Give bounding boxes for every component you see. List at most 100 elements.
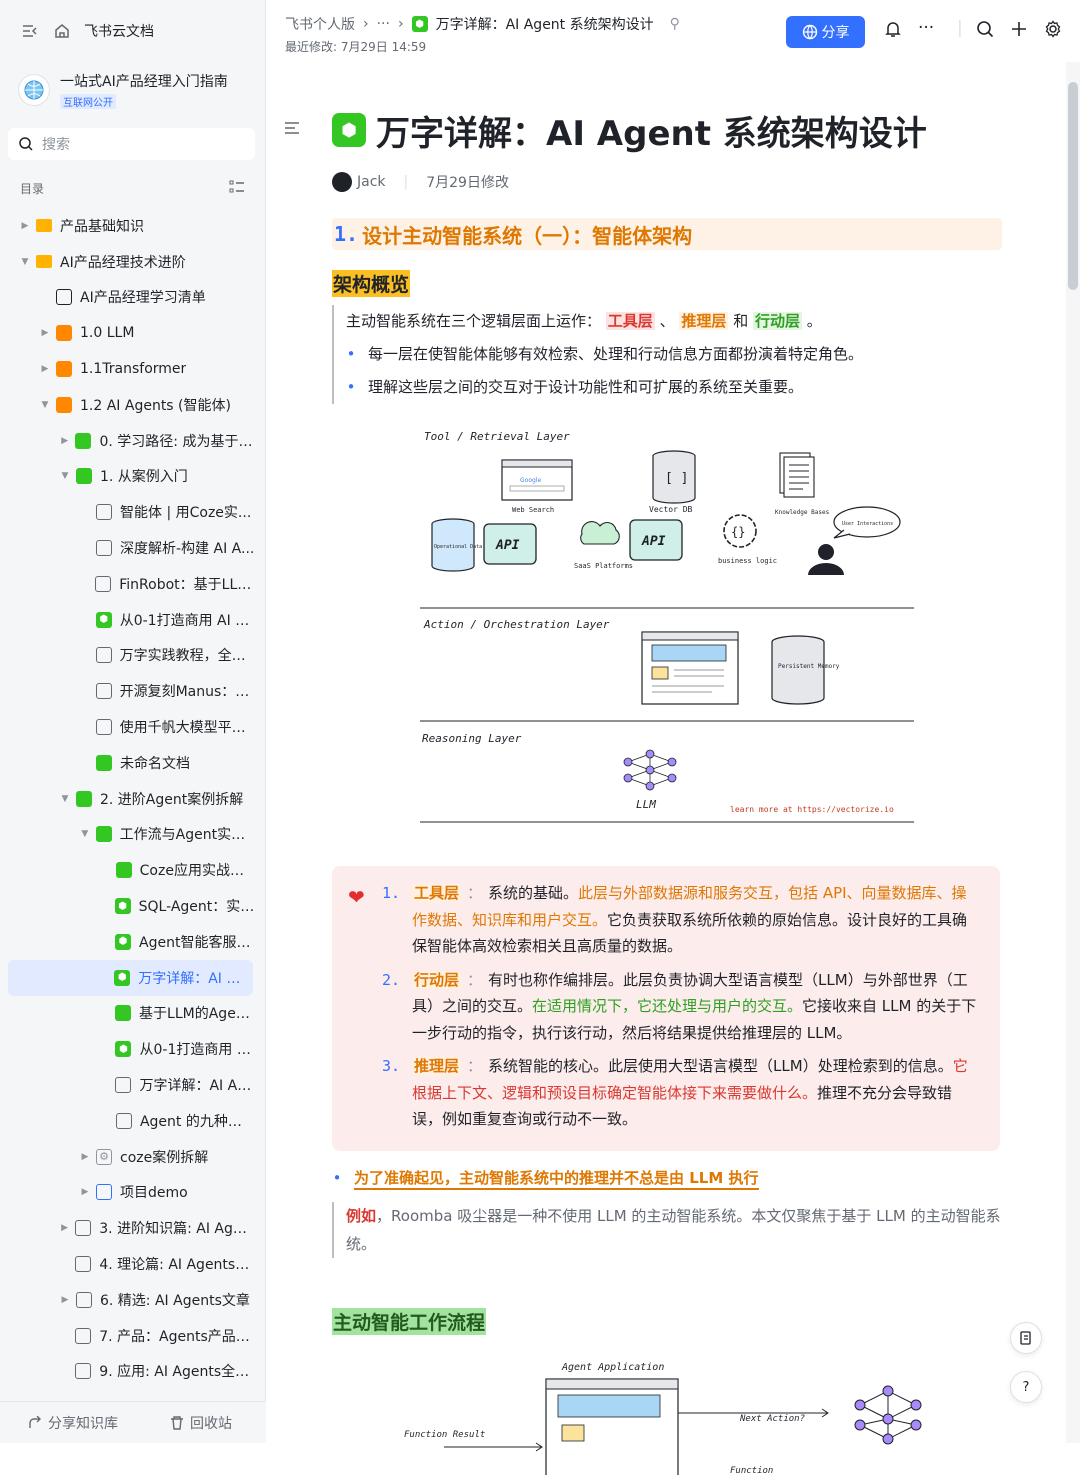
sidebar-tree-item[interactable]: 万字实践教程，全面... bbox=[0, 638, 265, 674]
sidebar-tree-item[interactable]: ▼ 工作流与Agent实战... bbox=[0, 817, 265, 853]
sidebar-tree-item[interactable]: ⬢ SQL-Agent：实现... bbox=[0, 888, 265, 924]
sidebar-item-label: 4. 理论篇: AI Agents理... bbox=[99, 1257, 255, 1273]
caret-down-icon[interactable]: ▼ bbox=[38, 400, 52, 410]
sidebar-tree-item[interactable]: 使用千帆大模型平台... bbox=[0, 709, 265, 745]
sidebar-tree-item[interactable]: ▶ 1.0 LLM bbox=[0, 315, 265, 351]
folder-icon bbox=[36, 219, 52, 233]
box-icon bbox=[75, 1256, 92, 1272]
sidebar-tree-item[interactable]: ▼ AI产品经理技术进阶 bbox=[0, 244, 265, 280]
scrollbar[interactable] bbox=[1066, 62, 1080, 1443]
sidebar-item-label: Agent 的九种设... bbox=[139, 1113, 255, 1130]
workflow-diagram[interactable]: Agent Application Function Result Next A… bbox=[332, 1355, 1002, 1479]
sidebar-tree-item[interactable]: ▶ 1.1Transformer bbox=[0, 351, 265, 387]
sidebar-tree-item[interactable]: 深度解析-构建 AI A... bbox=[0, 530, 265, 566]
crumb-current[interactable]: 万字详解：AI Agent 系统架构设计 bbox=[436, 14, 654, 34]
heading-text: 设计主动智能系统（一）：智能体架构 bbox=[362, 223, 693, 248]
share-kb-button[interactable]: 分享知识库 bbox=[28, 1413, 118, 1433]
sidebar-tree-item[interactable]: ▼ 1. 从案例入门 bbox=[0, 459, 265, 495]
recycle-bin-button[interactable]: 回收站 bbox=[170, 1413, 232, 1433]
home-link[interactable]: 飞书云文档 bbox=[84, 21, 154, 41]
sidebar-tree-item[interactable]: 开源复刻Manus：O... bbox=[0, 673, 265, 709]
sidebar-tree-item[interactable]: ▶ 产品基础知识 bbox=[0, 208, 265, 244]
architecture-diagram[interactable]: Tool / Retrieval Layer Google Web Search… bbox=[332, 420, 1002, 848]
sidebar-tree-item[interactable]: ▼ 2. 进阶Agent案例拆解 bbox=[0, 781, 265, 817]
sidebar-tree-item[interactable]: AI产品经理学习清单 bbox=[0, 280, 265, 316]
sidebar-item-label: 万字详解：AI Ag... bbox=[139, 1078, 255, 1095]
caret-down-icon[interactable]: ▼ bbox=[58, 794, 72, 804]
sidebar-tree-item[interactable]: ▶ 项目demo bbox=[0, 1175, 265, 1211]
caret-right-icon[interactable]: ▶ bbox=[58, 1223, 71, 1233]
pin-icon[interactable]: ⚲ bbox=[670, 16, 680, 32]
sidebar-tree-item[interactable]: ⬢ Agent智能客服，... bbox=[0, 924, 265, 960]
avatar[interactable] bbox=[332, 172, 352, 192]
page-icon bbox=[95, 719, 112, 736]
search-placeholder: 搜索 bbox=[42, 137, 70, 153]
sidebar-tree-item[interactable]: 4. 理论篇: AI Agents理... bbox=[0, 1246, 265, 1282]
caret-down-icon[interactable]: ▼ bbox=[78, 829, 92, 839]
crumb-root[interactable]: 飞书个人版 bbox=[285, 14, 355, 34]
plus-icon[interactable] bbox=[1010, 20, 1028, 43]
sidebar-tree-item[interactable]: Agent 的九种设... bbox=[0, 1103, 265, 1139]
sidebar-tree-item[interactable]: ▶ ⚙ coze案例拆解 bbox=[0, 1139, 265, 1175]
search-input[interactable]: 搜索 bbox=[8, 128, 255, 160]
page-icon bbox=[95, 647, 112, 664]
caret-right-icon[interactable]: ▶ bbox=[38, 328, 52, 338]
kb-title: 一站式AI产品经理入门指南 bbox=[60, 73, 228, 90]
toc-label: 目录 bbox=[20, 181, 45, 196]
sidebar-tree-item[interactable]: 基于LLM的Agent... bbox=[0, 996, 265, 1032]
sidebar-item-label: 7. 产品：Agents产品分析 bbox=[99, 1328, 255, 1345]
share-button[interactable]: 分享 bbox=[786, 16, 865, 48]
sidebar-tree-item[interactable]: ▼ 1.2 AI Agents (智能体) bbox=[0, 387, 265, 423]
bell-icon[interactable] bbox=[884, 20, 902, 43]
caret-right-icon[interactable]: ▶ bbox=[78, 1152, 92, 1162]
caret-down-icon[interactable]: ▼ bbox=[18, 257, 32, 267]
persistent-memory-icon bbox=[771, 635, 825, 705]
author-name[interactable]: Jack bbox=[357, 174, 386, 190]
caret-right-icon[interactable]: ▶ bbox=[78, 1187, 92, 1197]
outline-toggle-icon[interactable] bbox=[284, 120, 300, 139]
svg-text:API: API bbox=[495, 538, 520, 553]
knowledge-base-header[interactable]: 一站式AI产品经理入门指南 互联网公开 bbox=[0, 62, 265, 118]
sidebar-tree-item[interactable]: FinRobot：基于LLM... bbox=[0, 566, 265, 602]
home-icon[interactable] bbox=[52, 21, 72, 41]
sidebar-tree-item[interactable]: ▶ 0. 学习路径: 成为基于A... bbox=[0, 423, 265, 459]
sidebar-item-label: 万字详解：AI Ag... bbox=[138, 970, 243, 987]
doc-info-button[interactable] bbox=[1010, 1322, 1042, 1354]
sidebar-tree-item[interactable]: 未命名文档 bbox=[0, 745, 265, 781]
sidebar-tree-item[interactable]: ▶ 3. 进阶知识篇: AI Agen... bbox=[0, 1210, 265, 1246]
breadcrumb: 飞书个人版 › ··· › ⬢ 万字详解：AI Agent 系统架构设计 ⚲ bbox=[285, 14, 680, 34]
collapse-sidebar-icon[interactable] bbox=[20, 21, 40, 41]
settings-gear-icon[interactable] bbox=[1044, 20, 1062, 43]
caret-right-icon[interactable]: ▶ bbox=[38, 364, 52, 374]
layer-reason-tag: 推理层 bbox=[679, 312, 729, 330]
crumb-more[interactable]: ··· bbox=[377, 16, 390, 32]
doc-cube-icon: ⬢ bbox=[411, 16, 428, 32]
search-icon[interactable] bbox=[976, 20, 994, 43]
sidebar-tree-item[interactable]: ⬢ 从0-1打造商用 AI A... bbox=[0, 602, 265, 638]
help-button[interactable]: ? bbox=[1010, 1371, 1042, 1403]
sidebar-tree-item[interactable]: ▶ 6. 精选: AI Agents文章 bbox=[0, 1282, 265, 1318]
heading-workflow: 主动智能工作流程 bbox=[332, 1307, 487, 1335]
svg-text:API: API bbox=[641, 534, 666, 549]
layer-tool-tag: 工具层 bbox=[605, 312, 655, 330]
doc-icon bbox=[115, 862, 132, 879]
page-icon bbox=[96, 504, 112, 521]
toc-list-icon[interactable] bbox=[229, 180, 245, 197]
sidebar-tree-item[interactable]: 万字详解：AI Ag... bbox=[0, 1067, 265, 1103]
sidebar-tree-item[interactable]: ⬢ 从0-1打造商用 A... bbox=[0, 1031, 265, 1067]
layer-key: 工具层 bbox=[412, 884, 462, 902]
sidebar-tree-item[interactable]: 7. 产品：Agents产品分析 bbox=[0, 1318, 265, 1354]
sidebar-tree-item[interactable]: 9. 应用: AI Agents全景图 bbox=[0, 1354, 265, 1390]
scrollbar-thumb[interactable] bbox=[1068, 82, 1078, 290]
caret-down-icon[interactable]: ▼ bbox=[58, 471, 72, 481]
tool-layer-label: Tool / Retrieval Layer bbox=[424, 430, 570, 443]
more-icon[interactable]: ··· bbox=[918, 18, 934, 38]
cube-icon: ⬢ bbox=[115, 1041, 132, 1058]
sidebar-tree-item[interactable]: ⬢ 万字详解：AI Ag... bbox=[8, 959, 253, 996]
caret-right-icon[interactable]: ▶ bbox=[58, 436, 71, 446]
sidebar-tree-item[interactable]: Coze应用实战指南 bbox=[0, 852, 265, 888]
sidebar-tree-item[interactable]: 智能体 | 用Coze实... bbox=[0, 494, 265, 530]
save-icon bbox=[56, 289, 72, 306]
caret-right-icon[interactable]: ▶ bbox=[58, 1295, 72, 1305]
caret-right-icon[interactable]: ▶ bbox=[18, 221, 32, 231]
